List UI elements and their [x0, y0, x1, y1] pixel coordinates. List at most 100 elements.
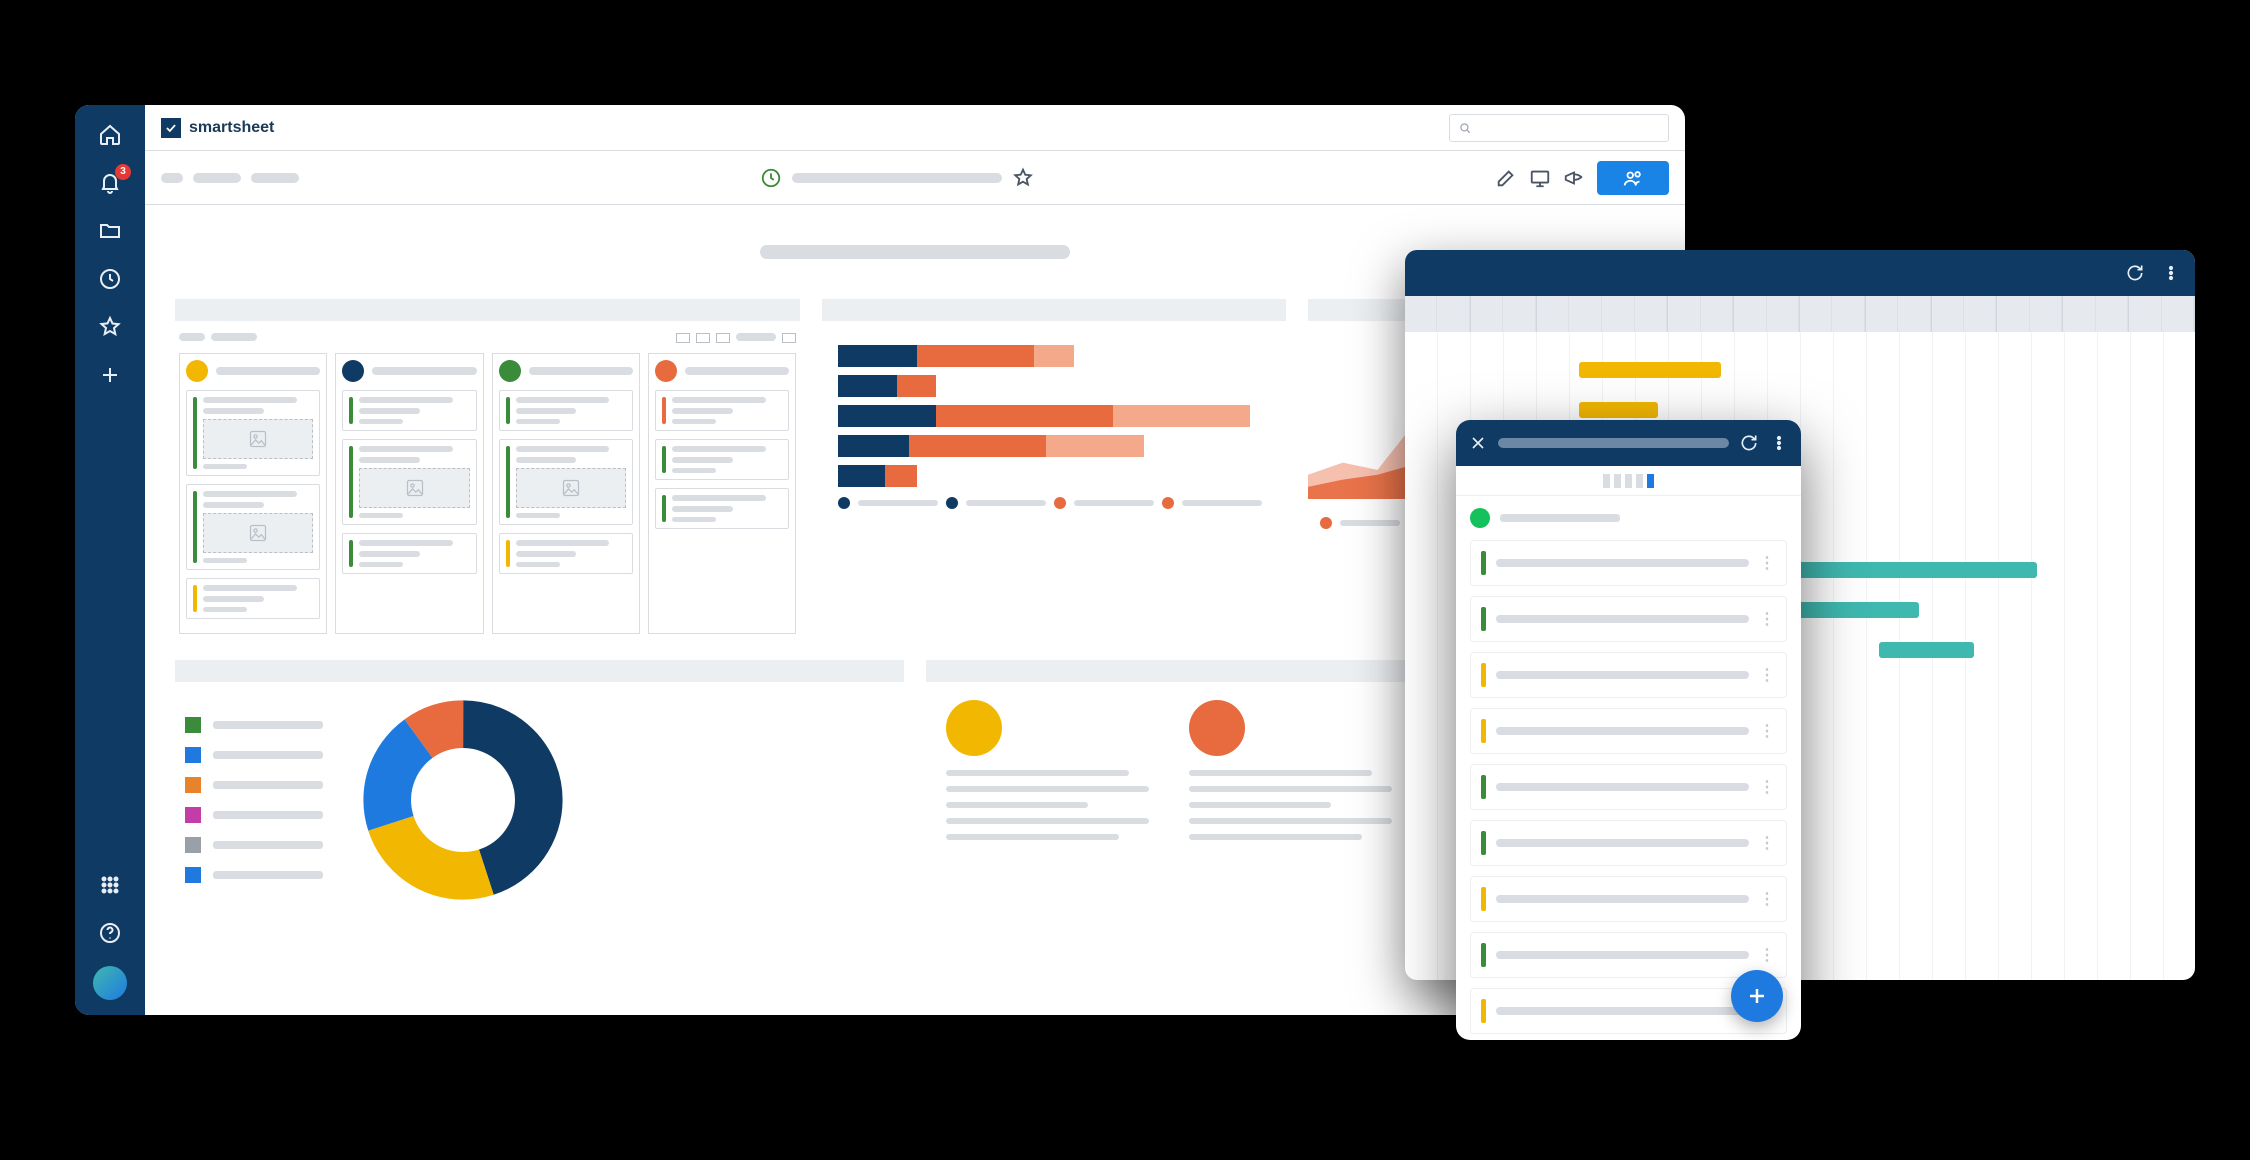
image-placeholder-icon [203, 513, 313, 553]
kanban-lane[interactable] [492, 353, 640, 634]
list-item[interactable]: ⋮ [1470, 540, 1787, 586]
avatar [1189, 700, 1245, 756]
bell-icon[interactable]: 3 [95, 168, 125, 198]
list-item[interactable]: ⋮ [1470, 820, 1787, 866]
search-input[interactable] [1449, 114, 1669, 142]
people-icon [1622, 167, 1644, 189]
dashboard-title-placeholder [760, 245, 1070, 259]
mobile-title-placeholder [1498, 438, 1729, 448]
plus-icon[interactable] [95, 360, 125, 390]
list-item[interactable]: ⋮ [1470, 764, 1787, 810]
bar-chart-widget[interactable] [822, 299, 1285, 638]
item-more-icon[interactable]: ⋮ [1759, 553, 1776, 573]
share-button[interactable] [1597, 161, 1669, 195]
donut-widget[interactable] [175, 660, 904, 910]
clock-icon[interactable] [95, 264, 125, 294]
home-icon[interactable] [95, 120, 125, 150]
kanban-widget[interactable] [175, 299, 800, 638]
gantt-bar[interactable] [1579, 362, 1721, 378]
refresh-icon[interactable] [1739, 433, 1759, 453]
item-more-icon[interactable]: ⋮ [1759, 721, 1776, 741]
breadcrumb[interactable] [161, 173, 299, 183]
kanban-card[interactable] [655, 390, 789, 431]
mobile-summary-row[interactable] [1456, 496, 1801, 540]
legend-item[interactable] [185, 807, 323, 823]
item-more-icon[interactable]: ⋮ [1759, 889, 1776, 909]
status-dot-icon [1470, 508, 1490, 528]
mobile-list: ⋮⋮⋮⋮⋮⋮⋮⋮⋮⋮ [1456, 540, 1801, 1040]
legend-item[interactable] [185, 867, 323, 883]
mobile-progress-ticks [1456, 466, 1801, 496]
fab-add-button[interactable] [1731, 970, 1783, 1022]
gantt-header [1405, 250, 2195, 296]
brand-mark-icon [161, 118, 181, 138]
kanban-lane[interactable] [648, 353, 796, 634]
more-icon[interactable] [2161, 263, 2181, 283]
legend-item[interactable] [185, 717, 323, 733]
mobile-window: ⋮⋮⋮⋮⋮⋮⋮⋮⋮⋮ [1456, 420, 1801, 1040]
top-bar: smartsheet [145, 105, 1685, 151]
help-icon[interactable] [95, 918, 125, 948]
board-toolbar [175, 329, 800, 347]
sheet-title[interactable] [760, 167, 1034, 189]
kanban-card[interactable] [499, 390, 633, 431]
person-card[interactable] [1189, 700, 1392, 850]
item-more-icon[interactable]: ⋮ [1759, 945, 1776, 965]
kanban-card[interactable] [186, 390, 320, 476]
kanban-card[interactable] [655, 439, 789, 480]
search-icon [1458, 121, 1472, 135]
list-item[interactable]: ⋮ [1470, 596, 1787, 642]
image-placeholder-icon [359, 468, 469, 508]
favorite-icon[interactable] [1012, 167, 1034, 189]
nav-rail: 3 [75, 105, 145, 1015]
list-item[interactable]: ⋮ [1470, 652, 1787, 698]
account-avatar[interactable] [93, 966, 127, 1000]
plus-icon [1745, 984, 1769, 1008]
brand-text: smartsheet [189, 119, 274, 137]
sheet-type-icon [760, 167, 782, 189]
more-icon[interactable] [1769, 433, 1789, 453]
kanban-card[interactable] [342, 439, 476, 525]
legend-item[interactable] [185, 837, 323, 853]
star-icon[interactable] [95, 312, 125, 342]
kanban-card[interactable] [186, 578, 320, 619]
kanban-card[interactable] [342, 533, 476, 574]
kanban-lane[interactable] [179, 353, 327, 634]
gantt-bar[interactable] [1879, 642, 1974, 658]
brand-logo[interactable]: smartsheet [161, 118, 274, 138]
kanban-card[interactable] [499, 533, 633, 574]
avatar [186, 360, 208, 382]
gantt-bar[interactable] [1579, 402, 1658, 418]
gantt-bar[interactable] [1761, 562, 2038, 578]
kanban-card[interactable] [499, 439, 633, 525]
close-icon[interactable] [1468, 433, 1488, 453]
kanban-card[interactable] [655, 488, 789, 529]
item-more-icon[interactable]: ⋮ [1759, 609, 1776, 629]
kanban-card[interactable] [186, 484, 320, 570]
edit-icon[interactable] [1495, 167, 1517, 189]
list-item[interactable]: ⋮ [1470, 708, 1787, 754]
kanban-lane[interactable] [335, 353, 483, 634]
avatar [342, 360, 364, 382]
image-placeholder-icon [516, 468, 626, 508]
image-placeholder-icon [203, 419, 313, 459]
donut-chart [363, 700, 563, 900]
folder-icon[interactable] [95, 216, 125, 246]
title-placeholder [792, 173, 1002, 183]
legend-item[interactable] [185, 777, 323, 793]
apps-icon[interactable] [95, 870, 125, 900]
item-more-icon[interactable]: ⋮ [1759, 833, 1776, 853]
notification-badge: 3 [115, 164, 131, 180]
kanban-card[interactable] [342, 390, 476, 431]
person-card[interactable] [946, 700, 1149, 850]
avatar [499, 360, 521, 382]
list-item[interactable]: ⋮ [1470, 876, 1787, 922]
list-item[interactable]: ⋮ [1470, 932, 1787, 978]
present-icon[interactable] [1529, 167, 1551, 189]
item-more-icon[interactable]: ⋮ [1759, 665, 1776, 685]
item-more-icon[interactable]: ⋮ [1759, 777, 1776, 797]
legend-item[interactable] [185, 747, 323, 763]
refresh-icon[interactable] [2125, 263, 2145, 283]
megaphone-icon[interactable] [1563, 167, 1585, 189]
avatar [946, 700, 1002, 756]
